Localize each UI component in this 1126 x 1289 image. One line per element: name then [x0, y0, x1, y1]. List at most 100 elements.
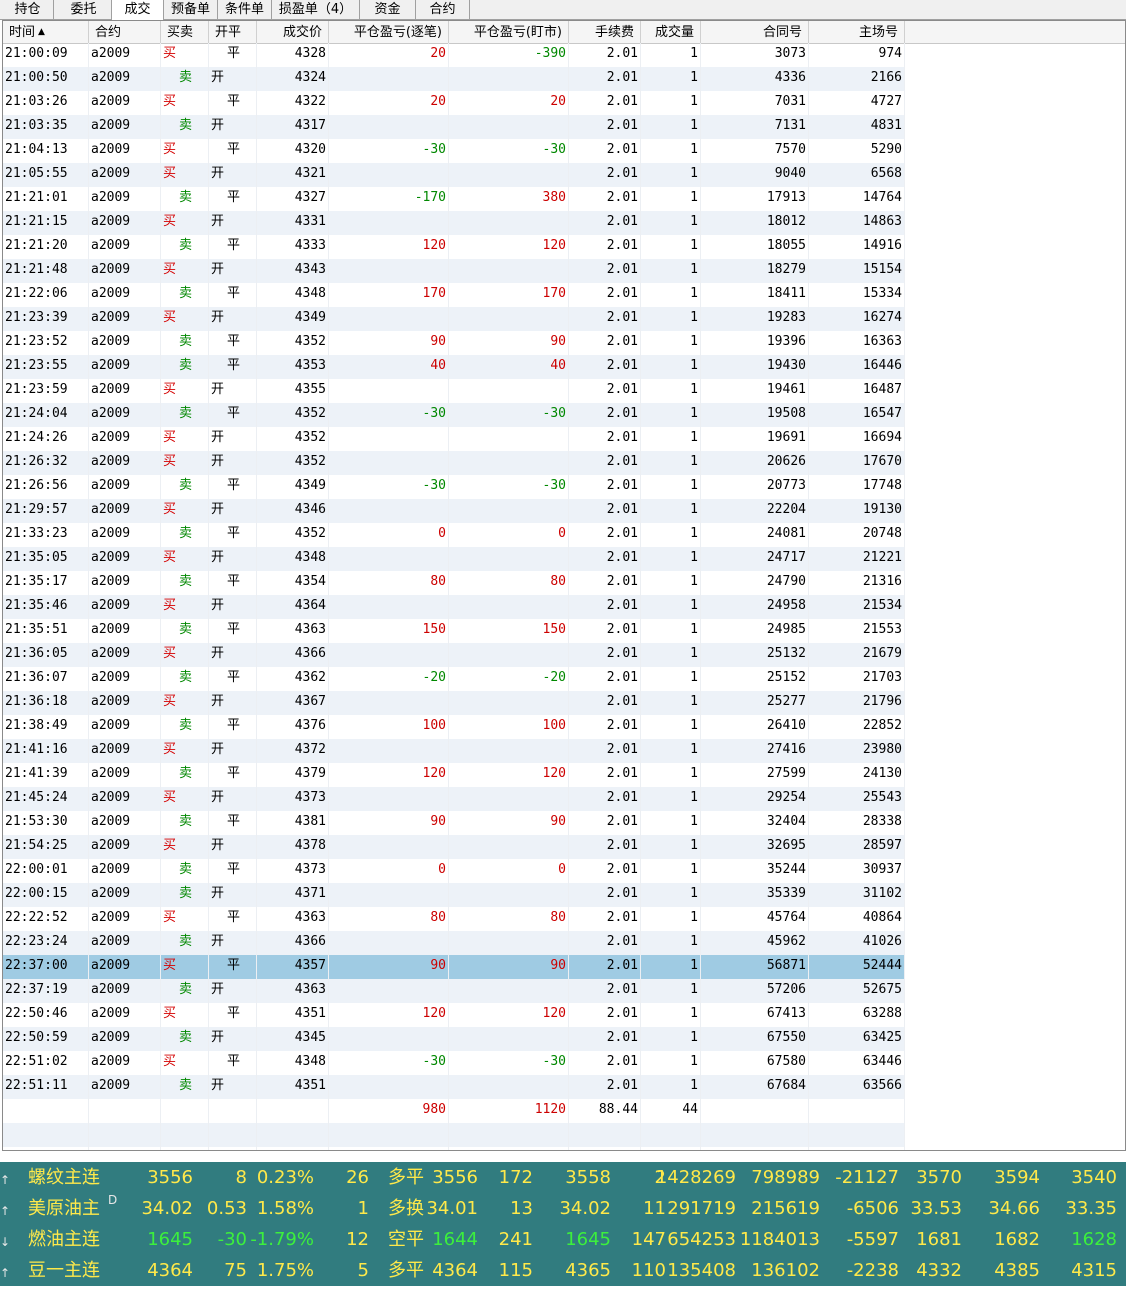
cell-side: 卖 — [161, 859, 209, 883]
col-header-pnl-mtm[interactable]: 平仓盈亏(盯市) — [449, 21, 569, 43]
cell-oc: 平 — [209, 715, 257, 739]
tab-8[interactable]: 合约 — [416, 0, 470, 19]
table-row[interactable]: 21:35:46 a2009 买开 4364 2.01 1 24958 21534 — [3, 595, 905, 619]
quote-row[interactable]: ↑ 豆一主连 4364 75 1.75% 5 多平 4364 115 4365 110 135408 1… — [0, 1255, 1126, 1286]
quote-row[interactable]: ↓ 燃油主连 1645 -30 -1.79% 12 空平 1644 241 1645 147 6542… — [0, 1224, 1126, 1255]
table-row[interactable]: 21:35:51 a2009 卖平 4363 150 150 2.01 1 24985 21553 — [3, 619, 905, 643]
table-row[interactable]: 21:36:05 a2009 买开 4366 2.01 1 25132 21679 — [3, 643, 905, 667]
table-row[interactable]: 22:22:52 a2009 买平 4363 80 80 2.01 1 45764 40864 — [3, 907, 905, 931]
col-header-contract-no[interactable]: 合同号 — [701, 21, 809, 43]
table-row[interactable]: 22:50:59 a2009 卖开 4345 2.01 1 67550 63425 — [3, 1027, 905, 1051]
table-row[interactable]: 21:24:04 a2009 卖平 4352 -30 -30 2.01 1 19508 16547 — [3, 403, 905, 427]
cell-price: 4348 — [257, 1051, 329, 1075]
table-row[interactable]: 21:53:30 a2009 卖平 4381 90 90 2.01 1 32404 28338 — [3, 811, 905, 835]
col-header-fee[interactable]: 手续费 — [569, 21, 641, 43]
table-row[interactable]: 22:51:02 a2009 买平 4348 -30 -30 2.01 1 67580 63446 — [3, 1051, 905, 1075]
table-row[interactable]: 21:33:23 a2009 卖平 4352 0 0 2.01 1 24081 20748 — [3, 523, 905, 547]
cell-contract-no: 19461 — [701, 379, 809, 403]
table-row[interactable]: 21:21:20 a2009 卖平 4333 120 120 2.01 1 18055 14916 — [3, 235, 905, 259]
table-row[interactable]: 21:26:32 a2009 买开 4352 2.01 1 20626 17670 — [3, 451, 905, 475]
cell-contract: a2009 — [89, 595, 161, 619]
cell-pnl-mtm — [449, 211, 569, 235]
cell-pnl-trade — [329, 163, 449, 187]
table-row[interactable]: 21:35:17 a2009 卖平 4354 80 80 2.01 1 24790 21316 — [3, 571, 905, 595]
cell-pnl-mtm: 100 — [449, 715, 569, 739]
table-row[interactable]: 21:23:59 a2009 买开 4355 2.01 1 19461 16487 — [3, 379, 905, 403]
table-row[interactable]: 21:03:26 a2009 买平 4322 20 20 2.01 1 7031 4727 — [3, 91, 905, 115]
tab-1[interactable]: 持仓 — [2, 0, 54, 19]
cell-qty: 1 — [641, 643, 701, 667]
tab-2[interactable]: 委托 — [56, 0, 112, 19]
table-row[interactable]: 21:41:16 a2009 买开 4372 2.01 1 27416 23980 — [3, 739, 905, 763]
quote-prev-oi: 1184013 — [739, 1229, 820, 1250]
table-row[interactable]: 22:37:00 a2009 买平 4357 90 90 2.01 1 56871 52444 — [3, 955, 905, 979]
tab-6[interactable]: 损盈单（4） — [272, 0, 360, 19]
table-row[interactable]: 21:21:01 a2009 卖平 4327 -170 380 2.01 1 17913 1476… — [3, 187, 905, 211]
cell-pnl-mtm — [449, 451, 569, 475]
cell-side: 卖 — [161, 355, 209, 379]
cell-oc: 平 — [209, 523, 257, 547]
table-row[interactable]: 21:41:39 a2009 卖平 4379 120 120 2.01 1 27599 24130 — [3, 763, 905, 787]
cell-pnl-mtm — [449, 259, 569, 283]
table-row[interactable]: 21:54:25 a2009 买开 4378 2.01 1 32695 28597 — [3, 835, 905, 859]
col-header-contract[interactable]: 合约 — [89, 21, 161, 43]
table-row[interactable]: 21:05:55 a2009 买开 4321 2.01 1 9040 6568 — [3, 163, 905, 187]
cell-oc: 平 — [209, 667, 257, 691]
tab-5[interactable]: 条件单 — [218, 0, 272, 19]
table-row[interactable]: 21:03:35 a2009 卖开 4317 2.01 1 7131 4831 — [3, 115, 905, 139]
quote-row[interactable]: ↑ 螺纹主连 3556 8 0.23% 26 多平 3556 172 3558 2 1428269 79… — [0, 1162, 1126, 1193]
col-header-price[interactable]: 成交价 — [257, 21, 329, 43]
table-row[interactable]: 21:24:26 a2009 买开 4352 2.01 1 19691 16694 — [3, 427, 905, 451]
table-row[interactable]: 21:45:24 a2009 买开 4373 2.01 1 29254 25543 — [3, 787, 905, 811]
cell-side: 买 — [161, 691, 209, 715]
cell-contract-no: 24790 — [701, 571, 809, 595]
table-row[interactable]: 21:23:55 a2009 卖平 4353 40 40 2.01 1 19430 16446 — [3, 355, 905, 379]
table-row[interactable]: 21:23:52 a2009 卖平 4352 90 90 2.01 1 19396 16363 — [3, 331, 905, 355]
table-row[interactable]: 22:37:19 a2009 卖开 4363 2.01 1 57206 52675 — [3, 979, 905, 1003]
total-pnl-mtm: 1120 — [449, 1099, 569, 1123]
table-row[interactable]: 21:36:18 a2009 买开 4367 2.01 1 25277 21796 — [3, 691, 905, 715]
table-row[interactable]: 21:23:39 a2009 买开 4349 2.01 1 19283 16274 — [3, 307, 905, 331]
tab-3[interactable]: 成交 — [112, 0, 164, 20]
cell-pnl-trade — [329, 211, 449, 235]
table-row[interactable]: 22:00:15 a2009 卖开 4371 2.01 1 35339 31102 — [3, 883, 905, 907]
quote-row[interactable]: ↑ 美原油主 D 34.02 0.53 1.58% 1 多换 34.01 13 34.02 11 291… — [0, 1193, 1126, 1224]
cell-side: 买 — [161, 739, 209, 763]
col-header-side[interactable]: 买卖 — [161, 21, 209, 43]
cell-fee: 2.01 — [569, 1003, 641, 1027]
table-row[interactable]: 21:35:05 a2009 买开 4348 2.01 1 24717 21221 — [3, 547, 905, 571]
table-row[interactable]: 21:21:15 a2009 买开 4331 2.01 1 18012 14863 — [3, 211, 905, 235]
quote-chg: 0.53 — [206, 1198, 247, 1219]
table-row[interactable]: 22:51:11 a2009 卖开 4351 2.01 1 67684 63566 — [3, 1075, 905, 1099]
col-header-pnl-trade[interactable]: 平仓盈亏(逐笔) — [329, 21, 449, 43]
cell-exchange-no: 63566 — [809, 1075, 905, 1099]
table-row[interactable]: 22:23:24 a2009 卖开 4366 2.01 1 45962 41026 — [3, 931, 905, 955]
table-row[interactable]: 21:04:13 a2009 买平 4320 -30 -30 2.01 1 7570 5290 — [3, 139, 905, 163]
col-header-oc[interactable]: 开平 — [209, 21, 257, 43]
cell-exchange-no: 6568 — [809, 163, 905, 187]
cell-contract-no: 19430 — [701, 355, 809, 379]
col-header-qty[interactable]: 成交量 — [641, 21, 701, 43]
tab-4[interactable]: 预备单 — [164, 0, 218, 19]
table-row[interactable]: 22:50:46 a2009 买平 4351 120 120 2.01 1 67413 63288 — [3, 1003, 905, 1027]
cell-exchange-no: 52675 — [809, 979, 905, 1003]
table-row[interactable]: 21:38:49 a2009 卖平 4376 100 100 2.01 1 26410 22852 — [3, 715, 905, 739]
table-row[interactable]: 21:22:06 a2009 卖平 4348 170 170 2.01 1 18411 15334 — [3, 283, 905, 307]
cell-qty: 1 — [641, 1027, 701, 1051]
cell-fee: 2.01 — [569, 1051, 641, 1075]
tab-7[interactable]: 资金 — [360, 0, 416, 19]
table-row[interactable]: 21:00:50 a2009 卖开 4324 2.01 1 4336 2166 — [3, 67, 905, 91]
table-row[interactable]: 21:21:48 a2009 买开 4343 2.01 1 18279 15154 — [3, 259, 905, 283]
cell-exchange-no: 41026 — [809, 931, 905, 955]
cell-exchange-no: 20748 — [809, 523, 905, 547]
cell-qty: 1 — [641, 931, 701, 955]
col-header-time[interactable]: 时间 ▲ — [3, 21, 89, 43]
table-row[interactable]: 21:26:56 a2009 卖平 4349 -30 -30 2.01 1 20773 17748 — [3, 475, 905, 499]
table-row[interactable]: 21:00:09 a2009 买平 4328 20 -390 2.01 1 3073 974 — [3, 43, 905, 67]
col-header-exchange-no[interactable]: 主场号 — [809, 21, 905, 43]
table-row[interactable]: 21:29:57 a2009 买开 4346 2.01 1 22204 19130 — [3, 499, 905, 523]
column-gridline — [88, 43, 89, 1150]
cell-time: 21:23:59 — [3, 379, 89, 403]
table-row[interactable]: 22:00:01 a2009 卖平 4373 0 0 2.01 1 35244 30937 — [3, 859, 905, 883]
table-row[interactable]: 21:36:07 a2009 卖平 4362 -20 -20 2.01 1 25152 21703 — [3, 667, 905, 691]
